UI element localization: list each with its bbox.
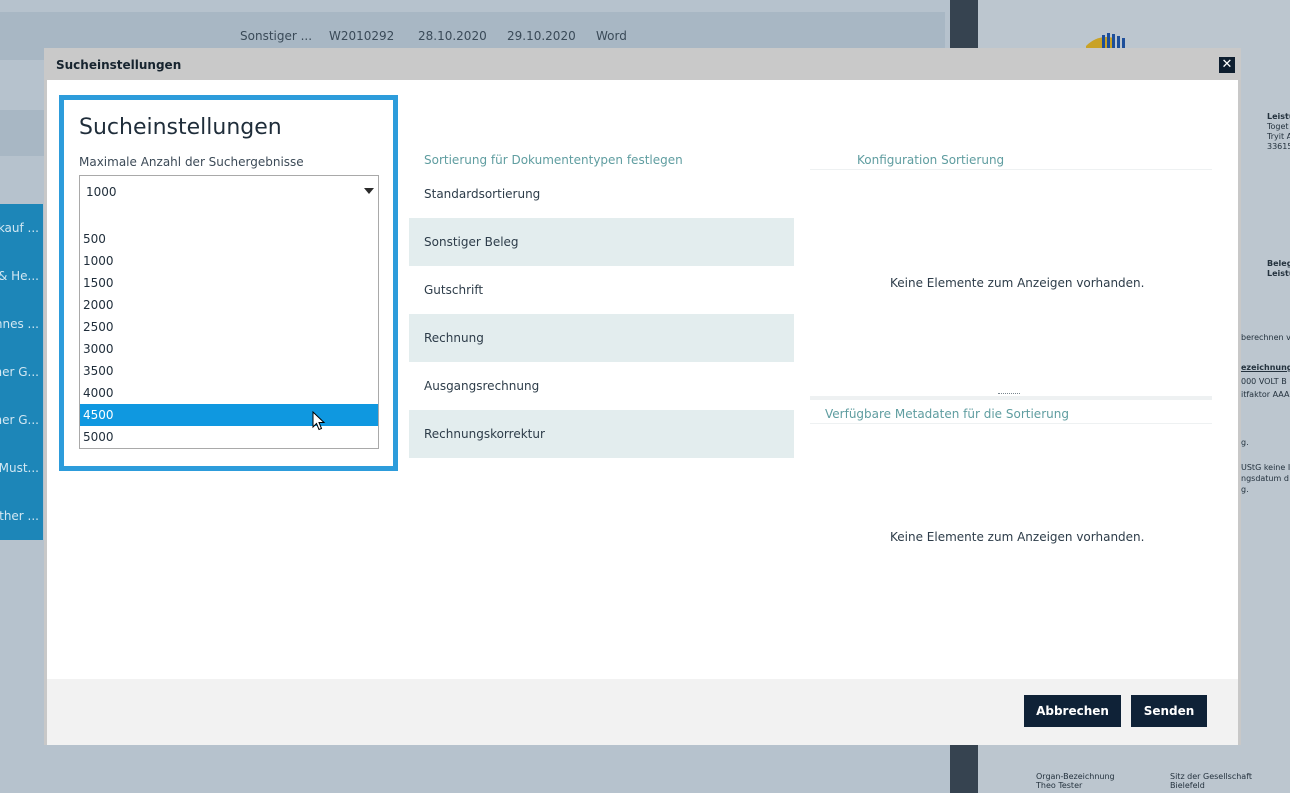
background-doc-text: itfaktor AAA: [1241, 390, 1290, 399]
background-doc-text: Beleg: [1267, 259, 1290, 268]
background-list-item: nnes ...: [0, 317, 39, 331]
dialog-footer: Abbrechen Senden: [47, 679, 1238, 745]
option-2500[interactable]: 2500: [80, 316, 378, 338]
search-settings-dialog: Sucheinstellungen ✕ Sucheinstellungen Ma…: [44, 48, 1241, 745]
background-doc-text: Leistu: [1267, 112, 1290, 121]
background-doc-text: g.: [1241, 438, 1249, 447]
background-doc-text: 000 VOLT B: [1241, 377, 1287, 386]
background-cell: 29.10.2020: [507, 29, 576, 43]
background-left-list: kauf ... & He... nnes ... her G... her G…: [0, 204, 43, 540]
doc-sort-header: Sortierung für Dokumententypen festlegen: [424, 153, 683, 167]
background-doc-text: g.: [1241, 485, 1249, 494]
background-doc-text: berechnen v: [1241, 333, 1290, 342]
doc-type-item[interactable]: Gutschrift: [409, 266, 794, 314]
doc-type-item[interactable]: Rechnungskorrektur: [409, 410, 794, 458]
max-results-selected-value: 1000: [86, 185, 117, 199]
dialog-title: Sucheinstellungen: [56, 58, 182, 72]
background-list-item: her G...: [0, 413, 39, 427]
background-list-item: her G...: [0, 365, 39, 379]
background-cell: Word: [596, 29, 627, 43]
option-2000[interactable]: 2000: [80, 294, 378, 316]
background-cell: Sonstiger ...: [240, 29, 313, 43]
option-3500[interactable]: 3500: [80, 360, 378, 382]
config-sort-header: Konfiguration Sortierung: [857, 153, 1005, 167]
background-doc-text: Toget: [1267, 122, 1289, 131]
metadata-empty-message: Keine Elemente zum Anzeigen vorhanden.: [890, 530, 1145, 544]
background-doc-text: Organ-Bezeichnung: [1036, 772, 1115, 781]
doc-type-item[interactable]: Standardsortierung: [409, 170, 794, 218]
doc-type-item[interactable]: Sonstiger Beleg: [409, 218, 794, 266]
option-5000[interactable]: 5000: [80, 426, 378, 448]
settings-panel: Sucheinstellungen Maximale Anzahl der Su…: [59, 95, 398, 471]
background-doc-text: Leistu: [1267, 269, 1290, 278]
option-empty[interactable]: [80, 206, 378, 228]
background-list-item: kauf ...: [0, 221, 39, 235]
background-doc-text: 33615: [1267, 142, 1290, 151]
doc-type-item[interactable]: Rechnung: [409, 314, 794, 362]
option-3000[interactable]: 3000: [80, 338, 378, 360]
option-4000[interactable]: 4000: [80, 382, 378, 404]
settings-heading: Sucheinstellungen: [79, 115, 282, 140]
close-icon[interactable]: ✕: [1219, 57, 1235, 73]
max-results-label: Maximale Anzahl der Suchergebnisse: [79, 155, 304, 169]
chevron-down-icon: [364, 188, 374, 194]
option-4500[interactable]: 4500: [80, 404, 378, 426]
background-list-item: & He...: [0, 269, 39, 283]
splitter-grip-icon: [998, 393, 1020, 396]
background-doc-text: Sitz der Gesellschaft: [1170, 772, 1253, 781]
max-results-options: 500 1000 1500 2000 2500 3000 3500 4000 4…: [79, 206, 379, 449]
background-doc-text: Tryit A: [1267, 132, 1290, 141]
max-results-select[interactable]: 1000: [79, 175, 379, 207]
config-sort-divider: [810, 169, 1212, 170]
background-list-item: Must...: [0, 461, 39, 475]
background-doc-text: ezeichnung: [1241, 363, 1290, 372]
background-doc-text: UStG keine I: [1241, 463, 1290, 472]
option-1000[interactable]: 1000: [80, 250, 378, 272]
background-doc-text: Theo Tester: [1036, 781, 1083, 790]
panel-splitter[interactable]: [810, 393, 1212, 400]
metadata-divider: [810, 423, 1212, 424]
dialog-header: Sucheinstellungen ✕: [44, 48, 1241, 80]
option-1500[interactable]: 1500: [80, 272, 378, 294]
option-500[interactable]: 500: [80, 228, 378, 250]
company-logo-icon: [1086, 33, 1125, 48]
metadata-header: Verfügbare Metadaten für die Sortierung: [825, 407, 1069, 421]
background-cell: W2010292: [329, 29, 395, 43]
doc-type-list: Standardsortierung Sonstiger Beleg Gutsc…: [409, 170, 794, 458]
background-cell: 28.10.2020: [418, 29, 487, 43]
config-sort-empty-message: Keine Elemente zum Anzeigen vorhanden.: [890, 276, 1145, 290]
doc-type-item[interactable]: Ausgangsrechnung: [409, 362, 794, 410]
background-doc-text: ngsdatum d: [1241, 474, 1289, 483]
background-doc-text: Bielefeld: [1170, 781, 1205, 790]
background-list-item: ther ...: [0, 509, 39, 523]
send-button[interactable]: Senden: [1131, 695, 1207, 727]
cancel-button[interactable]: Abbrechen: [1024, 695, 1121, 727]
